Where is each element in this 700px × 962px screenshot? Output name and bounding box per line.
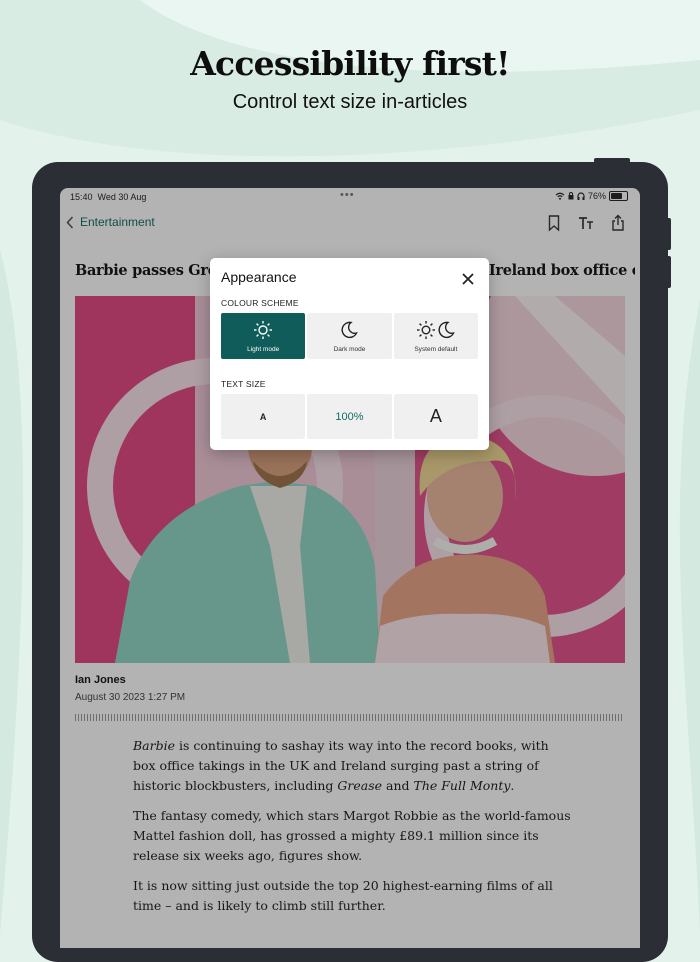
promo-title: Accessibility first! (190, 44, 510, 83)
text-size-value[interactable]: 100% (307, 394, 392, 439)
close-icon[interactable] (461, 272, 475, 286)
light-mode-button[interactable]: Light mode (221, 313, 306, 359)
moon-icon (341, 321, 359, 338)
text-size-percent: 100% (335, 410, 364, 423)
appearance-modal: Appearance COLOUR SCHEME Light mode Dark… (210, 258, 489, 450)
dark-mode-button[interactable]: Dark mode (307, 313, 392, 359)
system-default-button[interactable]: System default (393, 313, 478, 359)
promo-subtitle: Control text size in-articles (232, 91, 468, 113)
tablet-top-button (594, 158, 630, 163)
modal-title: Appearance (221, 269, 297, 285)
tablet-volume-up-button (666, 218, 671, 250)
tablet-screen: 15:40 Wed 30 Aug ••• 76% Entertainment B… (60, 188, 640, 948)
system-default-label: System default (414, 345, 458, 353)
decrease-text-size-button[interactable]: A (221, 394, 306, 439)
increase-text-size-label: A (429, 406, 442, 426)
tablet-volume-down-button (666, 256, 671, 288)
sun-moon-icon (416, 320, 455, 339)
colour-scheme-label: COLOUR SCHEME (221, 298, 299, 308)
text-size-label: TEXT SIZE (221, 379, 266, 389)
sun-icon (254, 320, 273, 339)
light-mode-label: Light mode (247, 345, 280, 353)
colour-scheme-options: Light mode Dark mode System default (221, 313, 478, 359)
text-size-options: A 100% A (221, 394, 478, 439)
decrease-text-size-label: A (259, 411, 267, 422)
dark-mode-label: Dark mode (333, 345, 366, 353)
increase-text-size-button[interactable]: A (393, 394, 478, 439)
